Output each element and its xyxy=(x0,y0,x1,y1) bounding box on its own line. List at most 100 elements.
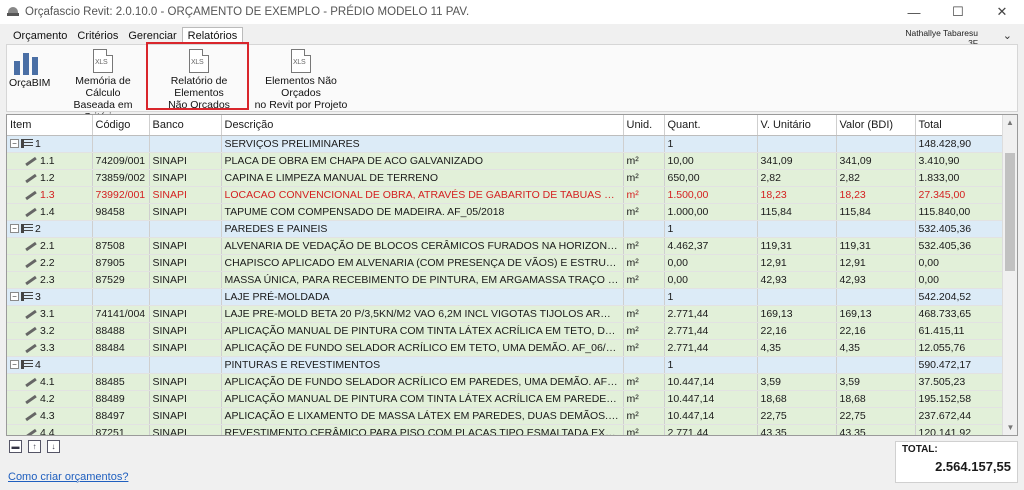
cell-desc: TAPUME COM COMPENSADO DE MADEIRA. AF_05/… xyxy=(221,203,624,221)
cell-total: 1.833,00 xyxy=(915,169,1004,187)
cell-banco: SINAPI xyxy=(149,305,222,323)
cell-banco: SINAPI xyxy=(149,237,222,255)
move-down-icon[interactable]: ↓ xyxy=(47,440,60,453)
cell-unid: m² xyxy=(623,373,665,391)
table-row[interactable]: 3.2 88488 SINAPI APLICAÇÃO MANUAL DE PINTUR… xyxy=(7,322,1004,340)
cell-banco xyxy=(149,356,222,374)
scroll-up-icon[interactable]: ▲ xyxy=(1003,115,1017,130)
collapse-icon[interactable]: − xyxy=(10,224,19,233)
table-row[interactable]: 4.3 88497 SINAPI APLICAÇÃO E LIXAMENTO DE M… xyxy=(7,407,1004,425)
cell-desc: MASSA ÚNICA, PARA RECEBIMENTO DE PINTURA… xyxy=(221,271,624,289)
header-codigo[interactable]: Código xyxy=(92,115,150,136)
orcabim-button[interactable]: OrçaBIM xyxy=(9,49,50,89)
table-row[interactable]: 2.2 87905 SINAPI CHAPISCO APLICADO EM ALVEN… xyxy=(7,254,1004,272)
cell-codigo: 88497 xyxy=(92,407,150,425)
table-row[interactable]: 4.4 87251 SINAPI REVESTIMENTO CERÂMICO PARA… xyxy=(7,424,1004,436)
cell-vbdi: 119,31 xyxy=(836,237,916,255)
total-box: TOTAL: 2.564.157,55 xyxy=(895,441,1018,483)
cell-banco: SINAPI xyxy=(149,390,222,408)
header-descricao[interactable]: Descrição xyxy=(221,115,624,136)
move-up-icon[interactable]: ↑ xyxy=(28,440,41,453)
cell-vunit xyxy=(757,220,837,238)
budget-grid: Item Código Banco Descrição Unid. Quant.… xyxy=(6,114,1018,436)
cell-vbdi: 43,35 xyxy=(836,424,916,435)
cell-vbdi: 42,93 xyxy=(836,271,916,289)
group-row[interactable]: −4 PINTURAS E REVESTIMENTOS 1 590.472,17 xyxy=(7,356,1004,374)
cell-codigo: 98458 xyxy=(92,203,150,221)
elementos-label-1: Elementos Não Orçados xyxy=(265,75,337,99)
memoria-calculo-button[interactable]: XLS Memória de Cálculo Baseada em Critér… xyxy=(59,49,147,123)
cell-vbdi: 22,16 xyxy=(836,322,916,340)
collapse-all-icon[interactable]: ▬ xyxy=(9,440,22,453)
cell-vunit: 341,09 xyxy=(757,152,837,170)
header-item[interactable]: Item xyxy=(7,115,93,136)
item-tool-icon xyxy=(24,241,38,251)
item-number: 4.4 xyxy=(40,426,55,436)
table-row[interactable]: 1.4 98458 SINAPI TAPUME COM COMPENSADO DE M… xyxy=(7,203,1004,221)
vertical-scrollbar[interactable]: ▲ ▼ xyxy=(1002,115,1017,435)
cell-quant: 1 xyxy=(664,288,758,306)
cell-banco: SINAPI xyxy=(149,152,222,170)
table-row[interactable]: 2.1 87508 SINAPI ALVENARIA DE VEDAÇÃO DE BL… xyxy=(7,237,1004,255)
cell-vunit: 22,75 xyxy=(757,407,837,425)
cell-codigo: 73859/002 xyxy=(92,169,150,187)
group-row[interactable]: −2 PAREDES E PAINEIS 1 532.405,36 xyxy=(7,220,1004,238)
cell-desc: PINTURAS E REVESTIMENTOS xyxy=(221,356,624,374)
highlight-box xyxy=(146,42,249,110)
maximize-button[interactable]: ☐ xyxy=(936,0,980,24)
cell-vunit: 169,13 xyxy=(757,305,837,323)
tab-orcamento[interactable]: Orçamento xyxy=(8,29,72,44)
elementos-nao-orcados-projeto-button[interactable]: XLS Elementos Não Orçados no Revit por P… xyxy=(250,49,352,111)
help-link[interactable]: Como criar orçamentos? xyxy=(8,471,128,483)
group-row[interactable]: −3 LAJE PRÉ-MOLDADA 1 542.204,52 xyxy=(7,288,1004,306)
group-list-icon xyxy=(21,292,33,301)
cell-item: 3.2 xyxy=(7,322,93,340)
item-number: 2.3 xyxy=(40,273,55,286)
table-row[interactable]: 1.3 73992/001 SINAPI LOCACAO CONVENCIONAL D… xyxy=(7,186,1004,204)
header-total[interactable]: Total xyxy=(915,115,1004,136)
cell-unid: m² xyxy=(623,339,665,357)
cell-vunit: 115,84 xyxy=(757,203,837,221)
cell-item: 2.1 xyxy=(7,237,93,255)
cell-total: 3.410,90 xyxy=(915,152,1004,170)
table-row[interactable]: 2.3 87529 SINAPI MASSA ÚNICA, PARA RECEBIME… xyxy=(7,271,1004,289)
chevron-down-icon[interactable]: ⌄ xyxy=(1003,29,1012,42)
collapse-icon[interactable]: − xyxy=(10,292,19,301)
cell-item: 4.2 xyxy=(7,390,93,408)
cell-banco: SINAPI xyxy=(149,203,222,221)
collapse-icon[interactable]: − xyxy=(10,139,19,148)
item-number: 1.3 xyxy=(40,188,55,201)
header-unid[interactable]: Unid. xyxy=(623,115,665,136)
close-button[interactable]: ✕ xyxy=(980,0,1024,24)
item-number: 4.2 xyxy=(40,392,55,405)
table-row[interactable]: 1.2 73859/002 SINAPI CAPINA E LIMPEZA MANUA… xyxy=(7,169,1004,187)
header-valor-bdi[interactable]: Valor (BDI) xyxy=(836,115,916,136)
group-row[interactable]: −1 SERVIÇOS PRELIMINARES 1 148.428,90 xyxy=(7,135,1004,153)
tab-criterios[interactable]: Critérios xyxy=(72,29,123,44)
cell-quant: 1 xyxy=(664,220,758,238)
header-quant[interactable]: Quant. xyxy=(664,115,758,136)
cell-item: 3.1 xyxy=(7,305,93,323)
cell-item: 1.4 xyxy=(7,203,93,221)
cell-banco: SINAPI xyxy=(149,373,222,391)
cell-quant: 0,00 xyxy=(664,271,758,289)
table-row[interactable]: 3.1 74141/004 SINAPI LAJE PRE-MOLD BETA 20 … xyxy=(7,305,1004,323)
total-value: 2.564.157,55 xyxy=(935,459,1011,474)
cell-desc: APLICAÇÃO DE FUNDO SELADOR ACRÍLICO EM P… xyxy=(221,373,624,391)
footer-toolbar: ▬ ↑ ↓ xyxy=(9,440,60,453)
collapse-icon[interactable]: − xyxy=(10,360,19,369)
table-row[interactable]: 1.1 74209/001 SINAPI PLACA DE OBRA EM CHAPA… xyxy=(7,152,1004,170)
item-number: 2 xyxy=(35,222,41,235)
scroll-down-icon[interactable]: ▼ xyxy=(1003,420,1017,435)
cell-unid: m² xyxy=(623,152,665,170)
table-row[interactable]: 3.3 88484 SINAPI APLICAÇÃO DE FUNDO SELADOR… xyxy=(7,339,1004,357)
header-banco[interactable]: Banco xyxy=(149,115,222,136)
cell-item: 4.3 xyxy=(7,407,93,425)
table-row[interactable]: 4.2 88489 SINAPI APLICAÇÃO MANUAL DE PINTUR… xyxy=(7,390,1004,408)
header-v-unitario[interactable]: V. Unitário xyxy=(757,115,837,136)
minimize-button[interactable]: — xyxy=(892,0,936,24)
item-tool-icon xyxy=(24,343,38,353)
table-row[interactable]: 4.1 88485 SINAPI APLICAÇÃO DE FUNDO SELADOR… xyxy=(7,373,1004,391)
cell-total: 27.345,00 xyxy=(915,186,1004,204)
scroll-thumb[interactable] xyxy=(1005,153,1015,271)
